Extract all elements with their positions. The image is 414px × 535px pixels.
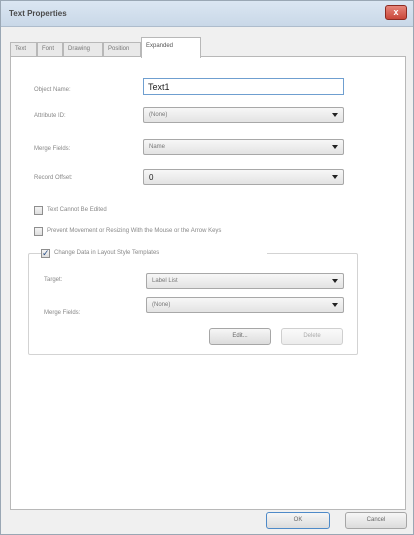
- chevron-down-icon: [332, 113, 338, 117]
- object-name-label: Object Name:: [34, 87, 71, 93]
- attribute-id-select[interactable]: (None): [143, 107, 344, 123]
- window-title: Text Properties: [9, 9, 67, 18]
- tab-position[interactable]: Position: [103, 42, 141, 57]
- prevent-movement-checkbox[interactable]: [34, 227, 43, 236]
- group-merge-fields-select[interactable]: (None): [146, 297, 344, 313]
- merge-fields-label: Merge Fields:: [34, 146, 71, 152]
- target-value: Label List: [152, 278, 178, 284]
- record-offset-label: Record Offset:: [34, 175, 73, 181]
- chevron-down-icon: [332, 175, 338, 179]
- group-merge-fields-label: Merge Fields:: [44, 310, 81, 316]
- text-cannot-be-edited-checkbox[interactable]: [34, 206, 43, 215]
- chevron-down-icon: [332, 279, 338, 283]
- prevent-movement-label: Prevent Movement or Resizing With the Mo…: [47, 228, 222, 234]
- attribute-id-value: (None): [149, 112, 168, 118]
- target-select[interactable]: Label List: [146, 273, 344, 289]
- record-offset-select[interactable]: 0: [143, 169, 344, 185]
- merge-fields-select[interactable]: Name: [143, 139, 344, 155]
- merge-fields-value: Name: [149, 144, 166, 150]
- object-name-input[interactable]: Text1: [143, 78, 344, 95]
- attribute-id-label: Attribute ID:: [34, 113, 66, 119]
- chevron-down-icon: [332, 303, 338, 307]
- cancel-button[interactable]: Cancel: [345, 512, 407, 529]
- tab-text[interactable]: Text: [10, 42, 37, 57]
- close-button[interactable]: x: [385, 5, 407, 20]
- target-label: Target:: [44, 277, 63, 283]
- tab-expanded[interactable]: Expanded: [141, 37, 201, 58]
- title-bar: Text Properties x: [1, 1, 413, 27]
- edit-button[interactable]: Edit...: [209, 328, 271, 345]
- tab-drawing[interactable]: Drawing: [63, 42, 103, 57]
- change-data-checkbox[interactable]: ✓: [41, 249, 50, 258]
- record-offset-value: 0: [149, 173, 154, 182]
- change-data-label: Change Data in Layout Style Templates: [54, 250, 160, 256]
- tab-font[interactable]: Font: [37, 42, 63, 57]
- chevron-down-icon: [332, 145, 338, 149]
- ok-button[interactable]: OK: [266, 512, 330, 529]
- close-icon: x: [393, 7, 399, 17]
- text-properties-dialog: Text Properties x Text Font Drawing Posi…: [0, 0, 414, 535]
- text-cannot-be-edited-label: Text Cannot Be Edited: [47, 207, 107, 213]
- delete-button[interactable]: Delete: [281, 328, 343, 345]
- group-merge-fields-value: (None): [152, 302, 171, 308]
- change-data-option[interactable]: ✓ Change Data in Layout Style Templates: [41, 249, 267, 261]
